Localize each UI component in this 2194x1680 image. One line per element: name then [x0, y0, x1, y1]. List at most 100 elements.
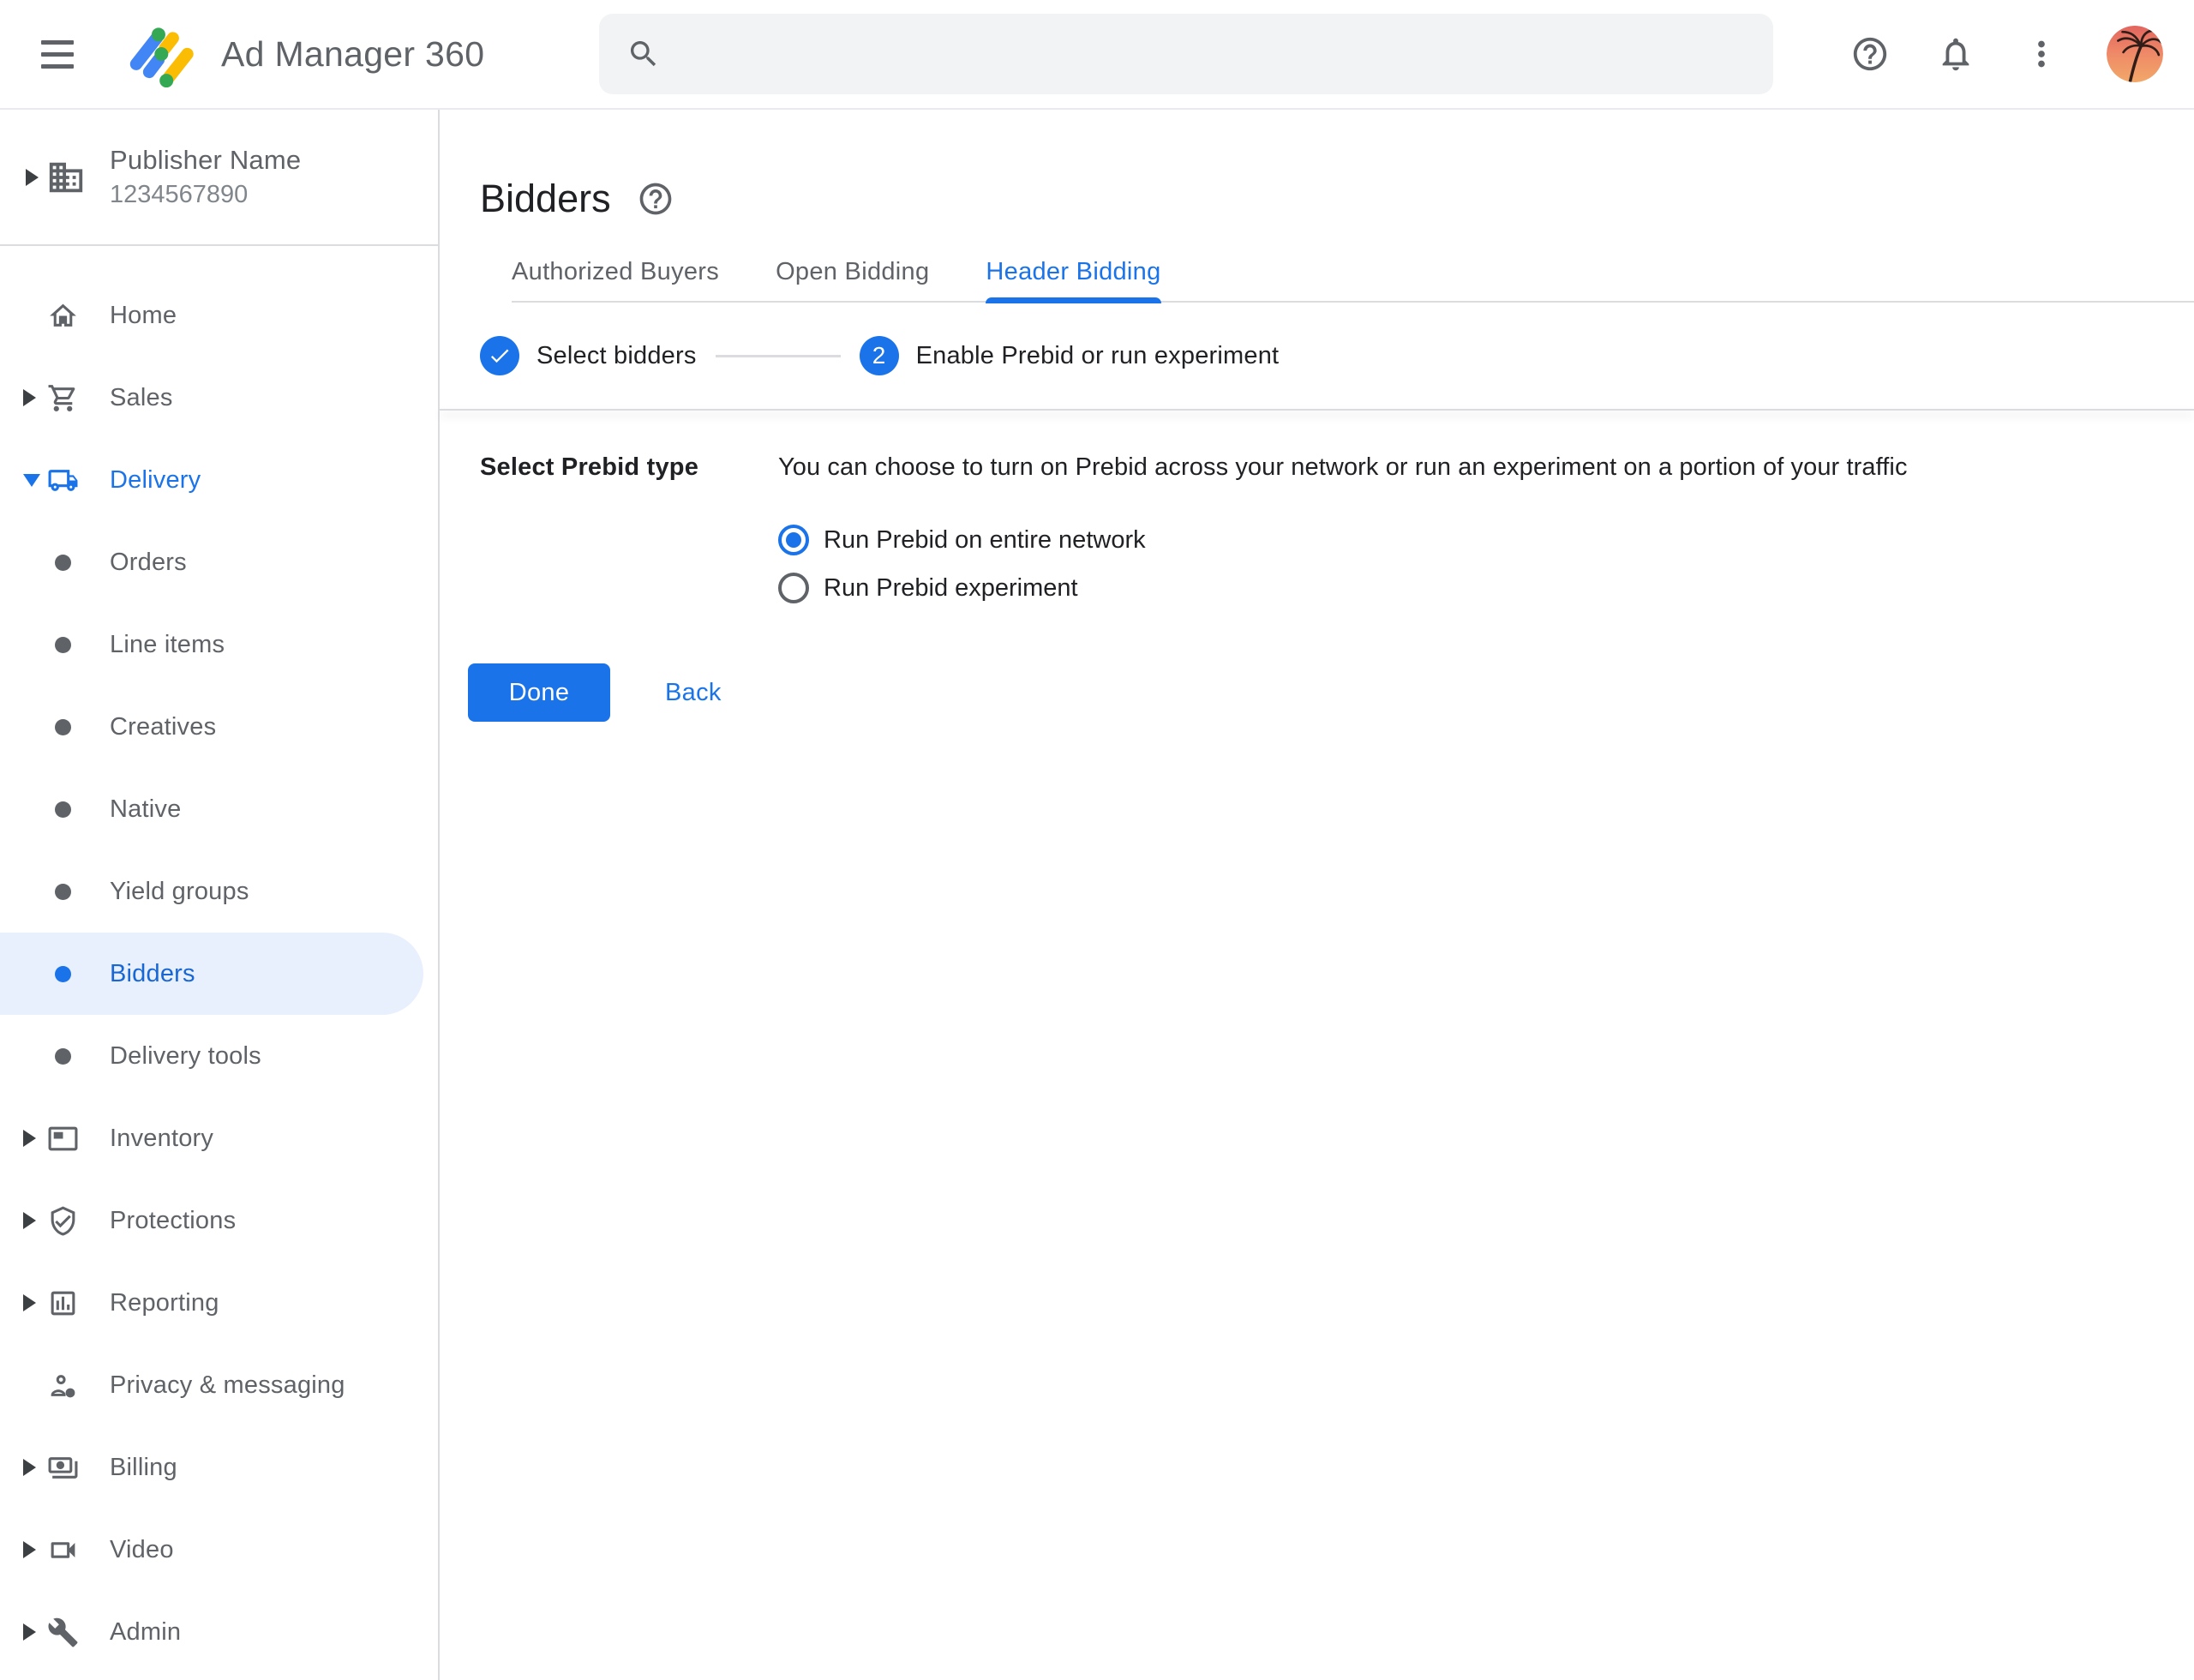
chevron-right-icon	[23, 1130, 36, 1147]
page-help-button[interactable]	[637, 180, 674, 218]
global-search	[599, 14, 1773, 94]
sidebar-item-billing[interactable]: Billing	[0, 1426, 438, 1509]
sidebar-item-bidders[interactable]: Bidders	[0, 933, 438, 1015]
account-avatar[interactable]	[2107, 26, 2163, 82]
sidebar: Publisher Name 1234567890 Home Sales	[0, 110, 440, 1680]
sidebar-item-protections[interactable]: Protections	[0, 1179, 438, 1262]
chevron-right-icon	[23, 389, 36, 406]
bullet-icon	[55, 555, 71, 571]
shield-check-icon	[47, 1205, 79, 1237]
avatar-palm-tree-image	[2107, 26, 2163, 82]
sidebar-item-label: Inventory	[110, 1125, 213, 1153]
wrench-icon	[47, 1617, 79, 1648]
sidebar-item-label: Billing	[110, 1454, 177, 1482]
sidebar-item-label: Orders	[110, 549, 187, 577]
back-button[interactable]: Back	[665, 679, 722, 707]
notifications-bell-icon	[1936, 34, 1975, 74]
person-badge-icon	[47, 1370, 79, 1401]
sidebar-item-label: Home	[110, 302, 177, 330]
bullet-icon	[55, 637, 71, 653]
step-label: Select bidders	[537, 342, 697, 370]
step-enable-prebid[interactable]: 2 Enable Prebid or run experiment	[860, 336, 1280, 375]
sidebar-item-label: Yield groups	[110, 878, 249, 906]
step-select-bidders[interactable]: Select bidders	[480, 336, 697, 375]
publisher-switcher[interactable]: Publisher Name 1234567890	[0, 110, 438, 246]
sidebar-item-native[interactable]: Native	[0, 768, 438, 850]
sidebar-nav: Home Sales Delivery Orders	[0, 246, 438, 1673]
step-label: Enable Prebid or run experiment	[916, 342, 1280, 370]
radio-run-prebid-experiment[interactable]: Run Prebid experiment	[778, 564, 2194, 612]
top-bar: Ad Manager 360	[0, 0, 2194, 110]
tab-label: Open Bidding	[776, 258, 929, 286]
chevron-right-icon	[23, 1623, 36, 1641]
sidebar-item-video[interactable]: Video	[0, 1509, 438, 1591]
sidebar-item-sales[interactable]: Sales	[0, 357, 438, 439]
sidebar-item-label: Line items	[110, 631, 225, 659]
bullet-icon	[55, 966, 71, 982]
chevron-right-icon	[26, 169, 39, 186]
ad-manager-app: Ad Manager 360	[0, 0, 2194, 1680]
sidebar-item-home[interactable]: Home	[0, 274, 438, 357]
checkmark-icon	[488, 344, 512, 368]
tab-open-bidding[interactable]: Open Bidding	[776, 242, 929, 302]
videocam-icon	[47, 1534, 79, 1566]
sidebar-item-label: Delivery	[110, 466, 201, 495]
sidebar-item-privacy-messaging[interactable]: Privacy & messaging	[0, 1344, 438, 1426]
radio-unselected-icon	[778, 573, 809, 603]
tab-authorized-buyers[interactable]: Authorized Buyers	[512, 242, 719, 302]
sidebar-item-label: Native	[110, 795, 181, 824]
chevron-right-icon	[23, 1541, 36, 1558]
sidebar-item-yield-groups[interactable]: Yield groups	[0, 850, 438, 933]
more-options-button[interactable]	[2021, 33, 2062, 75]
chevron-down-icon	[23, 474, 40, 487]
prebid-type-radio-group: Run Prebid on entire network Run Prebid …	[778, 516, 2194, 612]
page-title: Bidders	[480, 177, 611, 221]
truck-icon	[47, 465, 79, 496]
sidebar-item-delivery-tools[interactable]: Delivery tools	[0, 1015, 438, 1097]
search-icon	[626, 37, 661, 71]
form-section-label: Select Prebid type	[480, 450, 778, 482]
sidebar-item-label: Creatives	[110, 713, 216, 741]
top-bar-actions	[1849, 0, 2163, 108]
money-icon	[47, 1452, 79, 1484]
step-number-circle: 2	[860, 336, 899, 375]
done-button[interactable]: Done	[468, 663, 610, 722]
sidebar-item-label: Bidders	[110, 960, 195, 988]
sidebar-item-inventory[interactable]: Inventory	[0, 1097, 438, 1179]
publisher-name: Publisher Name	[110, 145, 301, 176]
help-icon	[637, 180, 674, 218]
bullet-icon	[55, 801, 71, 818]
tab-label: Header Bidding	[986, 258, 1160, 286]
chevron-right-icon	[23, 1212, 36, 1229]
sidebar-item-label: Protections	[110, 1207, 236, 1235]
notifications-button[interactable]	[1935, 33, 1976, 75]
form-actions: Done Back	[468, 663, 2194, 722]
help-button[interactable]	[1849, 33, 1891, 75]
chevron-right-icon	[23, 1294, 36, 1311]
more-vertical-icon	[2022, 34, 2061, 74]
ad-manager-logo-icon	[127, 18, 199, 90]
search-input[interactable]	[686, 14, 1747, 94]
shopping-cart-icon	[47, 382, 79, 414]
sidebar-item-line-items[interactable]: Line items	[0, 603, 438, 686]
app-logo[interactable]: Ad Manager 360	[127, 18, 484, 90]
sidebar-item-label: Delivery tools	[110, 1042, 261, 1071]
radio-run-prebid-entire-network[interactable]: Run Prebid on entire network	[778, 516, 2194, 564]
product-name: Ad Manager 360	[221, 34, 484, 75]
sidebar-item-admin[interactable]: Admin	[0, 1591, 438, 1673]
sidebar-item-delivery[interactable]: Delivery	[0, 439, 438, 521]
sidebar-item-label: Video	[110, 1536, 174, 1564]
bullet-icon	[55, 719, 71, 735]
hamburger-menu-icon[interactable]	[41, 32, 86, 76]
sidebar-item-reporting[interactable]: Reporting	[0, 1262, 438, 1344]
tab-bar: Authorized Buyers Open Bidding Header Bi…	[512, 243, 2194, 303]
help-icon	[1850, 34, 1890, 74]
tab-header-bidding[interactable]: Header Bidding	[986, 242, 1160, 302]
bullet-icon	[55, 884, 71, 900]
inventory-icon	[47, 1123, 79, 1155]
bullet-icon	[55, 1048, 71, 1065]
sidebar-item-orders[interactable]: Orders	[0, 521, 438, 603]
sidebar-item-creatives[interactable]: Creatives	[0, 686, 438, 768]
stepper: Select bidders 2 Enable Prebid or run ex…	[440, 303, 2194, 409]
form-description: You can choose to turn on Prebid across …	[778, 450, 2194, 482]
